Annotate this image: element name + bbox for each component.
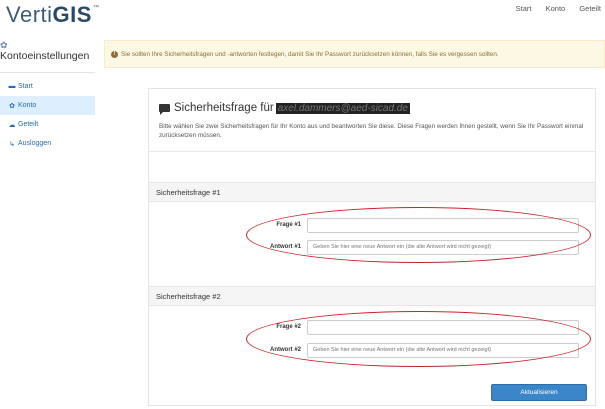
logout-icon: ↳ — [9, 140, 15, 148]
answer-1-row: Antwort #1 — [237, 239, 579, 255]
answer-1-label: Antwort #1 — [269, 244, 301, 250]
gear-icon: ✿ — [9, 102, 15, 110]
answer-1-input[interactable] — [307, 239, 579, 255]
question-2-label: Frage #2 — [276, 324, 301, 330]
question-2-input[interactable] — [307, 319, 579, 335]
top-bar: VertiGIS™ Start Konto Geteilt — [0, 0, 605, 30]
question-2-row: Frage #2 — [237, 319, 579, 335]
question-1-row: Frage #1 — [237, 217, 579, 233]
sidebar-item-konto[interactable]: ✿ Konto — [0, 96, 95, 115]
answer-2-input[interactable] — [307, 342, 579, 358]
security-question-panel: Sicherheitsfrage für axel.dammers@aed-si… — [148, 88, 596, 406]
update-button[interactable]: Aktualisieren — [491, 384, 587, 401]
divider — [149, 151, 595, 152]
alert-text: Sie sollten Ihre Sicherheitsfragen und -… — [121, 50, 499, 58]
sidebar-item-label: Konto — [18, 102, 37, 109]
sidebar-item-label: Geteilt — [18, 121, 39, 128]
question-1-label: Frage #1 — [276, 222, 301, 228]
folder-icon: ▬ — [8, 83, 16, 90]
section-heading-2: Sicherheitsfrage #2 — [149, 286, 595, 306]
sidebar-item-geteilt[interactable]: ☁ Geteilt — [0, 115, 95, 134]
cloud-icon: ☁ — [8, 121, 16, 129]
nav-konto-link[interactable]: Konto — [546, 4, 566, 13]
comment-icon — [159, 104, 170, 115]
sidebar-item-label: Start — [18, 83, 33, 90]
sidebar-item-label: Ausloggen — [18, 140, 52, 147]
security-warning-alert: ! Sie sollten Ihre Sicherheitsfragen und… — [104, 40, 605, 68]
panel-description: Bitte wählen Sie zwei Sicherheitsfragen … — [159, 123, 584, 139]
nav-geteilt-link[interactable]: Geteilt — [579, 4, 601, 13]
answer-2-row: Antwort #2 — [237, 342, 579, 358]
page-title: Sicherheitsfrage für axel.dammers@aed-si… — [159, 102, 410, 115]
top-nav: Start Konto Geteilt — [504, 4, 601, 13]
sidebar-item-ausloggen[interactable]: ↳ Ausloggen — [0, 134, 95, 153]
nav-start-link[interactable]: Start — [516, 4, 532, 13]
sidebar-item-start[interactable]: ▬ Start — [0, 77, 95, 96]
sidebar-menu: ▬ Start ✿ Konto ☁ Geteilt ↳ Ausloggen — [0, 77, 95, 153]
answer-2-label: Antwort #2 — [269, 347, 301, 353]
question-1-input[interactable] — [307, 217, 579, 233]
user-email: axel.dammers@aed-sicad.de — [275, 102, 410, 114]
sidebar-title: Kontoeinstellungen — [0, 50, 90, 62]
vertigis-logo[interactable]: VertiGIS™ — [6, 2, 99, 28]
section-heading-1: Sicherheitsfrage #1 — [149, 182, 595, 202]
sidebar-divider — [0, 72, 95, 73]
info-icon: ! — [111, 50, 118, 58]
